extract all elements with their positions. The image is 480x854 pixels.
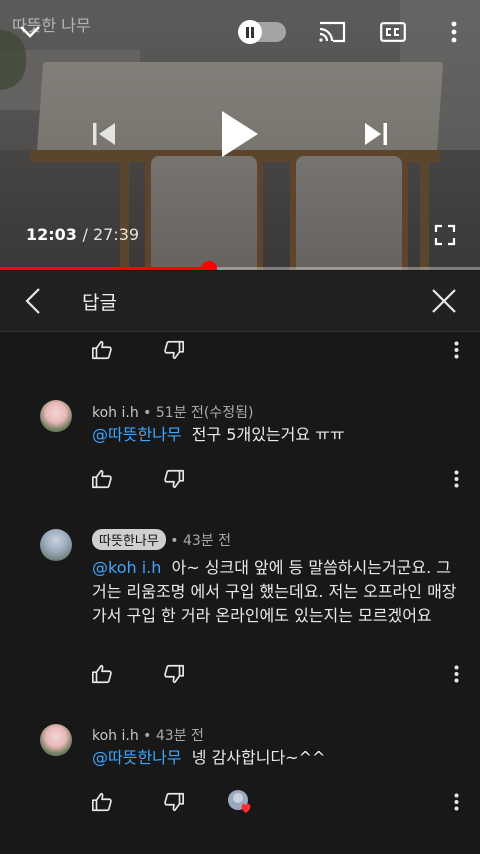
skip-previous-icon [93, 123, 115, 145]
current-time: 12:03 [26, 225, 77, 244]
previous-video-button[interactable] [88, 116, 120, 152]
more-vert-icon [454, 341, 458, 359]
creator-author-badge[interactable]: 따뜻한나무 [92, 529, 166, 550]
autoplay-toggle[interactable] [238, 14, 286, 50]
comment-meta: koh i.h • 51분 전(수정됨) [92, 402, 253, 422]
arrow-back-icon [25, 288, 40, 314]
comment-body: @따뜻한나무 넹 감사합니다~^^ [92, 746, 462, 770]
comment-text: 넹 감사합니다~^^ [191, 748, 326, 767]
mention-link[interactable]: @따뜻한나무 [92, 748, 182, 767]
more-vert-icon [454, 665, 458, 683]
player-more-button[interactable] [440, 14, 468, 50]
thumb-up-icon [92, 469, 112, 489]
thumb-up-icon [92, 340, 112, 360]
duration: / 27:39 [82, 225, 140, 244]
dislike-button[interactable] [162, 662, 186, 686]
comment-more-button[interactable] [446, 338, 466, 362]
thumb-down-icon [164, 664, 184, 684]
avatar[interactable] [40, 529, 72, 561]
creator-heart-icon [228, 790, 251, 813]
avatar[interactable] [40, 400, 72, 432]
mention-link[interactable]: @koh i.h [92, 558, 161, 577]
playback-time: 12:03 / 27:39 [26, 225, 139, 244]
comment-more-button[interactable] [446, 662, 466, 686]
comment-meta: 따뜻한나무 • 43분 전 [92, 529, 231, 550]
comment-body: @따뜻한나무 전구 5개있는거요 ㅠㅠ [92, 423, 462, 447]
dislike-button[interactable] [162, 467, 186, 491]
like-button[interactable] [90, 662, 114, 686]
thumb-up-icon [92, 664, 112, 684]
comment-body: @koh i.h 아~ 싱크대 앞에 등 말씀하시는거군요. 그거는 리움조명 … [92, 556, 462, 628]
comment-actions [0, 338, 480, 366]
play-icon [222, 111, 258, 157]
comment-meta: koh i.h • 43분 전 [92, 725, 204, 745]
next-video-button[interactable] [360, 116, 392, 152]
skip-next-icon [365, 123, 387, 145]
comment-author[interactable]: koh i.h [92, 728, 139, 744]
panel-title: 답글 [82, 292, 117, 314]
fullscreen-button[interactable] [434, 224, 456, 246]
thumb-down-icon [164, 792, 184, 812]
creator-heart-badge [226, 788, 254, 816]
more-vert-icon [454, 470, 458, 488]
comment-more-button[interactable] [446, 467, 466, 491]
pause-icon [238, 20, 262, 44]
video-player[interactable]: 따뜻한 나무 12:03 / 27:39 [0, 0, 480, 270]
mention-link[interactable]: @따뜻한나무 [92, 425, 182, 444]
like-button[interactable] [90, 338, 114, 362]
comment-text: 전구 5개있는거요 ㅠㅠ [191, 425, 345, 444]
thumb-down-icon [164, 469, 184, 489]
comment-more-button[interactable] [446, 790, 466, 814]
thumb-down-icon [164, 340, 184, 360]
dislike-button[interactable] [162, 338, 186, 362]
scrubber-handle[interactable] [200, 261, 217, 270]
comment-time: • 51분 전(수정됨) [143, 405, 254, 421]
chevron-down-icon [20, 26, 40, 38]
back-button[interactable] [18, 285, 50, 317]
comment-time: • 43분 전 [170, 533, 231, 549]
progress-bar[interactable] [0, 261, 480, 270]
comment-author[interactable]: koh i.h [92, 405, 139, 421]
collapse-player-button[interactable] [14, 14, 46, 50]
comment-time: • 43분 전 [143, 728, 204, 744]
fullscreen-icon [434, 224, 456, 246]
replies-header: 답글 [0, 271, 480, 332]
cast-button[interactable] [316, 14, 348, 50]
comment-actions [0, 467, 480, 495]
like-button[interactable] [90, 467, 114, 491]
captions-button[interactable] [378, 14, 408, 50]
avatar[interactable] [40, 724, 72, 756]
play-button[interactable] [214, 104, 266, 164]
close-icon [432, 289, 456, 313]
close-button[interactable] [428, 285, 460, 317]
comment-actions [0, 662, 480, 690]
closed-captions-icon [380, 22, 406, 42]
more-vert-icon [454, 793, 458, 811]
like-button[interactable] [90, 790, 114, 814]
dislike-button[interactable] [162, 790, 186, 814]
thumb-up-icon [92, 792, 112, 812]
comment-actions [0, 790, 480, 818]
more-vert-icon [451, 21, 457, 43]
progress-played [0, 267, 209, 270]
cast-icon [319, 21, 346, 43]
